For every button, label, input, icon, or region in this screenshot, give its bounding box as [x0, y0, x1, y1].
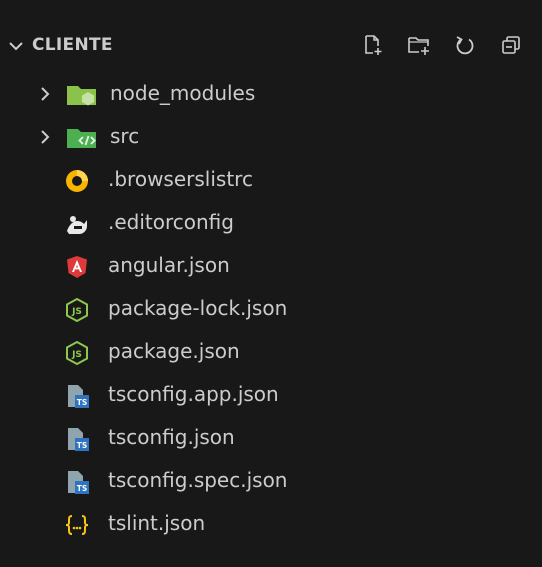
- file-browserslistrc[interactable]: .browserslistrc: [0, 159, 542, 202]
- file-label: tsconfig.spec.json: [108, 468, 288, 492]
- new-file-icon: [365, 35, 382, 55]
- angular-icon: [67, 256, 87, 278]
- file-editorconfig[interactable]: .editorconfig: [0, 202, 542, 245]
- chevron-right-icon[interactable]: [36, 85, 54, 103]
- collapse-all-button[interactable]: [498, 32, 524, 58]
- folder-src[interactable]: src: [0, 116, 542, 159]
- explorer-actions: [360, 32, 542, 58]
- file-label: tsconfig.app.json: [108, 382, 279, 406]
- file-tsconfig-json[interactable]: TS tsconfig.json: [0, 417, 542, 460]
- refresh-button[interactable]: [452, 32, 478, 58]
- file-tsconfig-spec-json[interactable]: TS tsconfig.spec.json: [0, 460, 542, 503]
- editorconfig-icon: [67, 216, 87, 234]
- file-angular-json[interactable]: angular.json: [0, 245, 542, 288]
- svg-text:TS: TS: [77, 484, 88, 493]
- browserslist-icon: [66, 170, 88, 192]
- svg-text:TS: TS: [77, 398, 88, 407]
- new-file-button[interactable]: [360, 32, 386, 58]
- file-label: .browserslistrc: [108, 167, 253, 191]
- tsconfig-icon: TS: [68, 471, 89, 494]
- folder-label: node_modules: [110, 81, 256, 105]
- svg-text:JS: JS: [71, 307, 82, 317]
- file-tsconfig-app-json[interactable]: TS tsconfig.app.json: [0, 374, 542, 417]
- nodejs-icon: JS: [66, 340, 88, 366]
- file-label: package-lock.json: [108, 296, 288, 320]
- file-tslint-json[interactable]: tslint.json: [0, 503, 542, 546]
- svg-text:TS: TS: [77, 441, 88, 450]
- file-package-lock-json[interactable]: JS package-lock.json: [0, 288, 542, 331]
- explorer-header[interactable]: CLIENTE: [0, 22, 542, 70]
- folder-src-icon: [67, 129, 96, 148]
- nodejs-icon: JS: [66, 297, 88, 323]
- tsconfig-icon: TS: [68, 385, 89, 408]
- file-package-json[interactable]: JS package.json: [0, 331, 542, 374]
- file-label: angular.json: [108, 253, 230, 277]
- chevron-right-icon[interactable]: [36, 128, 54, 146]
- new-folder-button[interactable]: [406, 32, 432, 58]
- folder-node-icon: [67, 86, 96, 106]
- json-braces-icon: [65, 515, 89, 535]
- tsconfig-icon: TS: [68, 428, 89, 451]
- folder-node-modules[interactable]: node_modules: [0, 73, 542, 116]
- svg-text:JS: JS: [71, 350, 82, 360]
- collapse-all-icon: [502, 36, 520, 54]
- file-label: tslint.json: [108, 511, 206, 535]
- file-label: .editorconfig: [108, 210, 234, 234]
- explorer-panel: CLIENTE node_modules src .browserslistrc…: [0, 0, 542, 567]
- file-label: package.json: [108, 339, 240, 363]
- file-tree: node_modules src .browserslistrc .editor…: [0, 73, 542, 546]
- folder-label: src: [110, 124, 140, 148]
- new-folder-icon: [408, 37, 429, 55]
- explorer-title: CLIENTE: [32, 35, 113, 55]
- chevron-down-icon[interactable]: [6, 36, 26, 56]
- refresh-icon: [456, 36, 474, 55]
- file-label: tsconfig.json: [108, 425, 235, 449]
